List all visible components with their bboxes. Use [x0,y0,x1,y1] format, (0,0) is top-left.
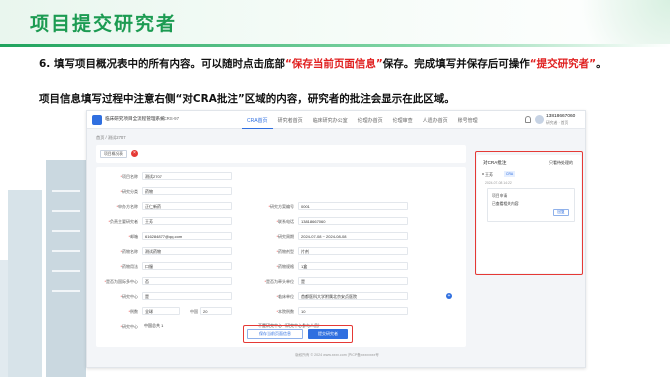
slide-header: 项目提交研究者 [0,0,670,47]
field-label: *是否为国际多中心 [104,279,138,284]
form-row: *研究中心 是 *临床单位 首都医科大学附属北京安贞医院 + [96,290,466,303]
main-nav: CRA首页 研究者首页 临床研究办公室 伦理办首页 伦理审查 人遗办首页 账号管… [242,111,483,129]
field-label: *联系电话 [276,219,294,224]
actions-highlight [243,325,353,343]
form-row: *药物名称 测试药物 *药物剂型 片剂 [96,245,466,258]
form-row: *项目名称 测试2707 [96,170,466,183]
phone-field[interactable]: 13818667060 [298,217,408,225]
field-label: *例数 [128,309,138,314]
form-row: *申办方名称 正仁新药 *研究方案编号 0001 [96,200,466,213]
project-name-field[interactable]: 测试2707 [142,172,232,180]
field-label: *研究中心 [120,294,138,299]
header-decoration [550,0,670,46]
form-row: *是否为国际多中心 否 *是否为牵头单位 是 [96,275,466,288]
research-type-select[interactable]: 药物 [142,187,232,195]
clinical-unit-field[interactable]: 首都医科大学附属北京安贞医院 [298,292,408,300]
field-label: *研究方案编号 [268,204,294,209]
email-field[interactable]: 616284877@qq.com [142,232,232,240]
study-period-field[interactable]: 2024-07-08 ~ 2024-08-08 [298,232,408,240]
form-toolbar: 项目概况表 × [96,145,466,163]
instruction-highlight-save: “保存当前页面信息” [284,58,383,70]
add-unit-icon[interactable]: + [446,293,452,299]
drug-name-field[interactable]: 测试药物 [142,247,232,255]
instruction-text: 。 [596,58,607,70]
app-name: 临床研究项目全流程管理系统 [105,116,165,121]
drug-spec-field[interactable]: 1盒 [298,262,408,270]
field-label: *临床单位 [276,294,294,299]
close-icon[interactable]: × [131,150,138,157]
user-role: 研究者 · 首页 [546,121,569,125]
user-phone: 13818667060 [546,114,576,119]
nav-ethics-review[interactable]: 伦理审查 [388,111,418,129]
instruction-step-6: 6. 填写项目概况表中的所有内容。可以随时点击底部“保存当前页面信息”保存。完成… [39,58,639,71]
field-label: *药物剂型 [276,249,294,254]
instruction-note: 项目信息填写过程中注意右侧“对CRA批注”区域的内容，研究者的批注会显示在此区域… [39,93,455,105]
form-row: *邮箱 616284877@qq.com *研究周期 2024-07-08 ~ … [96,230,466,243]
nav-cra-home[interactable]: CRA首页 [242,111,273,129]
local-cases-field[interactable]: 10 [298,307,408,315]
pi-field[interactable]: 王芳 [142,217,232,225]
dosage-form-field[interactable]: 片剂 [298,247,408,255]
nav-genetics-home[interactable]: 人遗办首页 [418,111,453,129]
field-label: *研究分类 [120,189,138,194]
instruction-highlight-submit: “提交研究者” [529,58,597,70]
field-label: *项目名称 [120,174,138,179]
app-screenshot: 临床研究项目全流程管理系统 eCRS-97 CRA首页 研究者首页 临床研究办公… [86,110,586,368]
field-label: *本院例数 [276,309,294,314]
lead-unit-select[interactable]: 是 [298,277,408,285]
app-logo-icon [92,115,102,125]
nav-clinical-office[interactable]: 临床研究办公室 [308,111,353,129]
form-row: *负责主要研究者 王芳 *联系电话 13818667060 [96,215,466,228]
bell-icon[interactable] [525,116,531,123]
field-label: 中国 [190,309,198,314]
form-row: *例数 全球 中国 20 *本院例数 10 [96,305,466,318]
app-topbar: 临床研究项目全流程管理系统 eCRS-97 CRA首页 研究者首页 临床研究办公… [87,111,585,129]
form-row: *药物用法 口服 *药物规格 1盒 [96,260,466,273]
nav-account[interactable]: 账号管理 [453,111,483,129]
slide-title: 项目提交研究者 [30,13,178,35]
account-selector[interactable]: eCRS-97 [161,116,179,121]
field-label: *是否为牵头单位 [264,279,294,284]
project-overview-form: *项目名称 测试2707 *研究分类 药物 *申办方名称 正仁新药 *研究方案编… [96,167,466,347]
field-label: *负责主要研究者 [108,219,138,224]
header-divider [0,44,670,47]
field-label: *研究周期 [276,234,294,239]
instruction-text: 6. 填写项目概况表中的所有内容。可以随时点击底部 [39,58,285,70]
overview-tab-button[interactable]: 项目概况表 [100,150,127,158]
center-select[interactable]: 是 [142,292,232,300]
avatar[interactable] [535,115,544,124]
nav-researcher-home[interactable]: 研究者首页 [273,111,308,129]
field-label: *药物名称 [120,249,138,254]
protocol-number-field[interactable]: 0001 [298,202,408,210]
china-cases-field[interactable]: 20 [200,307,232,315]
field-label: *邮箱 [128,234,138,239]
app-footer: 版权所有 © 2024 www.xxxx.com 沪ICP备xxxxxxxx号 [295,353,379,357]
form-row: *研究分类 药物 [96,185,466,198]
field-label: *药物规格 [276,264,294,269]
drug-usage-field[interactable]: 口服 [142,262,232,270]
international-select[interactable]: 否 [142,277,232,285]
nav-ethics-home[interactable]: 伦理办首页 [353,111,388,129]
instruction-text: 保存。完成填写并保存后可操作 [382,58,530,70]
field-label: *申办方名称 [116,204,138,209]
global-cases-field[interactable]: 全球 [142,307,180,315]
cra-panel-highlight [475,151,583,275]
breadcrumb[interactable]: 首页 / 测试2707 [96,135,126,141]
field-label: *药物用法 [120,264,138,269]
sponsor-field[interactable]: 正仁新药 [142,202,232,210]
